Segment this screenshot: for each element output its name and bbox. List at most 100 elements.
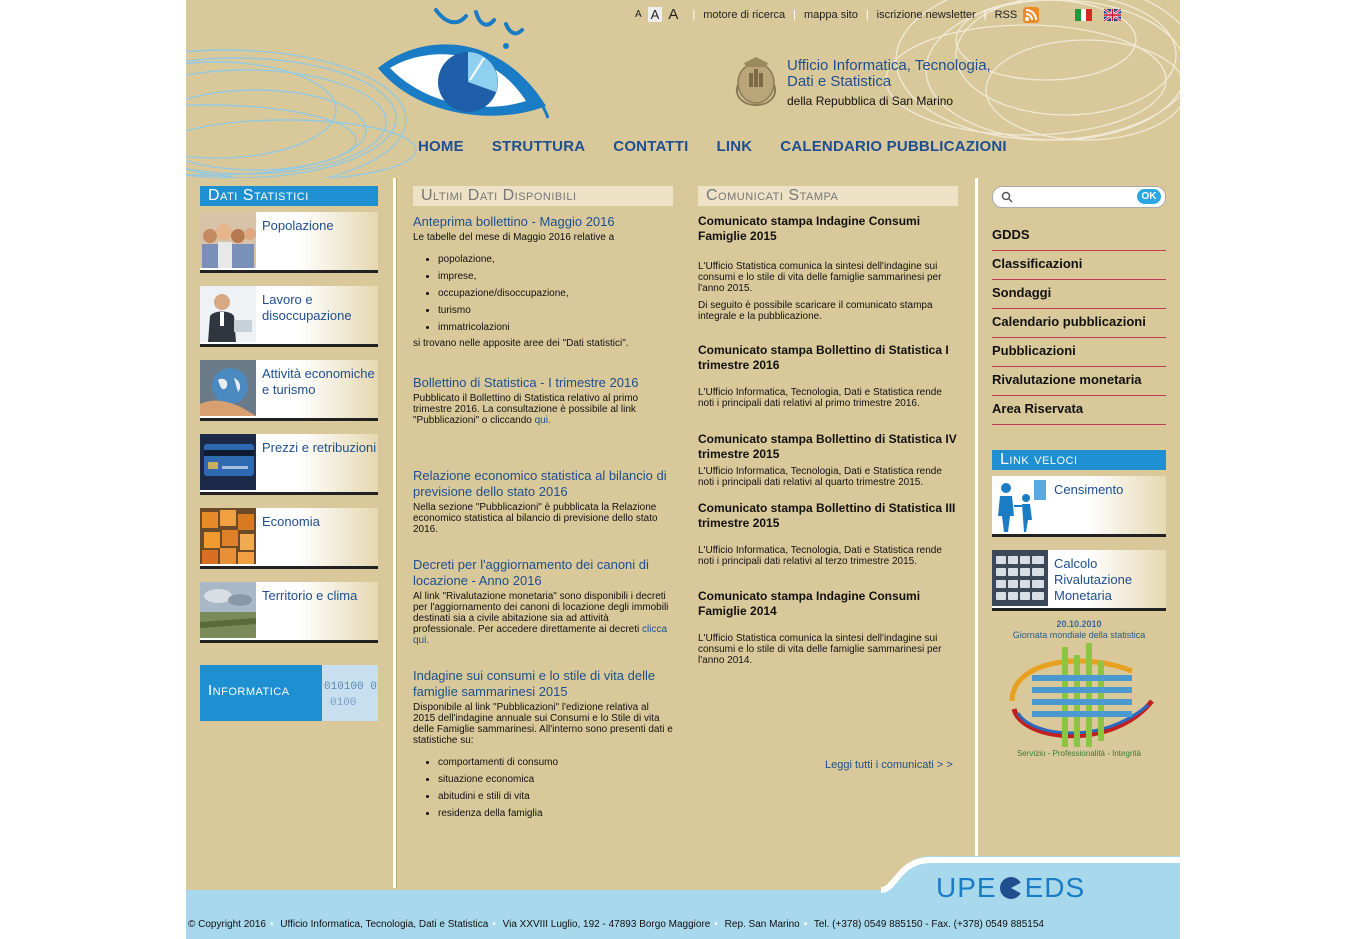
menu-area-riservata[interactable]: Area Riservata	[992, 396, 1166, 425]
press-title[interactable]: Comunicato stampa Bollettino di Statisti…	[698, 343, 958, 373]
rss-link[interactable]: RSS	[995, 9, 1018, 21]
world-statistics-day-logo-icon	[1009, 643, 1154, 747]
category-economia[interactable]: Economia	[200, 508, 378, 569]
calculator-icon	[992, 550, 1048, 606]
news-title[interactable]: Bollettino di Statistica - I trimestre 2…	[413, 375, 673, 391]
latest-data-column: Ultimi Dati Disponibili Anteprima bollet…	[413, 186, 673, 824]
font-size-large-button[interactable]: A	[668, 6, 678, 23]
binary-code-icon: 010100 01100 0100	[322, 665, 378, 721]
column-divider	[975, 178, 978, 858]
world-statistics-day-banner[interactable]: 20.10.2010 Giornata mondiale della stati…	[992, 619, 1166, 769]
news-title[interactable]: Indagine sui consumi e lo stile di vita …	[413, 668, 673, 700]
news-item: Bollettino di Statistica - I trimestre 2…	[413, 375, 673, 426]
news-text: Le tabelle del mese di Maggio 2016 relat…	[413, 232, 615, 243]
font-size-small-button[interactable]: A	[635, 9, 642, 20]
news-item: Relazione economico statistica al bilanc…	[413, 468, 673, 535]
italian-flag-icon[interactable]	[1075, 8, 1093, 21]
news-text-body: Al link "Rivalutazione monetaria" sono d…	[413, 591, 669, 635]
list-item: popolazione,	[438, 251, 673, 268]
quick-link-censimento[interactable]: Censimento	[992, 476, 1166, 537]
category-label: Lavoro e disoccupazione	[262, 292, 352, 323]
nav-calendario-pubblicazioni[interactable]: CALENDARIO PUBBLICAZIONI	[780, 138, 1006, 155]
category-attivita[interactable]: Attività economiche e turismo	[200, 360, 378, 421]
menu-gdds[interactable]: GDDS	[992, 222, 1166, 251]
news-title[interactable]: Relazione economico statistica al bilanc…	[413, 468, 673, 500]
list-item: turismo	[438, 302, 673, 319]
eye-logo-icon[interactable]	[376, 6, 556, 124]
upeceds-logo-part-a: UPE	[936, 872, 997, 903]
copyright-text: © Copyright 2016	[188, 919, 266, 930]
wsd-title: Giornata mondiale della statistica	[1012, 630, 1146, 640]
category-lavoro[interactable]: Lavoro e disoccupazione	[200, 286, 378, 347]
uk-flag-icon[interactable]	[1104, 8, 1122, 21]
news-text: Nella sezione "Pubblicazioni" è pubblica…	[413, 502, 658, 535]
copyright-phone: Tel. (+378) 0549 885150 - Fax. (+378) 05…	[813, 919, 1044, 930]
list-item: occupazione/disoccupazione,	[438, 285, 673, 302]
news-text-body: Pubblicato il Bollettino di Statistica r…	[413, 393, 639, 426]
search-engine-link[interactable]: motore di ricerca	[703, 9, 785, 21]
search-icon	[1001, 191, 1013, 203]
landscape-photo-icon	[200, 582, 256, 638]
press-item: Comunicato stampa Indagine Consumi Famig…	[698, 589, 958, 666]
footer: UPE EDS © Copyright 2016 • Ufficio Informa…	[186, 856, 1180, 939]
nav-link[interactable]: LINK	[716, 138, 752, 155]
rss-icon[interactable]	[1023, 6, 1040, 23]
qui-link[interactable]: qui.	[535, 415, 551, 426]
search-input[interactable]	[1017, 189, 1131, 205]
news-title[interactable]: Decreti per l'aggiornamento dei canoni d…	[413, 557, 673, 589]
menu-classificazioni[interactable]: Classificazioni	[992, 251, 1166, 280]
search-ok-button[interactable]: OK	[1137, 189, 1161, 204]
list-item: situazione economica	[438, 771, 673, 788]
menu-pubblicazioni[interactable]: Pubblicazioni	[992, 338, 1166, 367]
list-item: immatricolazioni	[438, 319, 673, 336]
list-item: imprese,	[438, 268, 673, 285]
press-title[interactable]: Comunicato stampa Indagine Consumi Famig…	[698, 589, 958, 619]
category-label: Economia	[262, 514, 320, 529]
left-column: Dati Statistici Popolazione Lavoro e dis…	[200, 186, 378, 721]
press-title[interactable]: Comunicato stampa Bollettino di Statisti…	[698, 501, 958, 531]
businessman-photo-icon	[200, 286, 256, 342]
news-text: si trovano nelle apposite aree dei "Dati…	[413, 338, 629, 349]
press-text: L'Ufficio Informatica, Tecnologia, Dati …	[698, 545, 942, 567]
menu-calendario[interactable]: Calendario pubblicazioni	[992, 309, 1166, 338]
nav-contatti[interactable]: CONTATTI	[613, 138, 688, 155]
newsletter-link[interactable]: iscrizione newsletter	[877, 9, 976, 21]
news-title[interactable]: Anteprima bollettino - Maggio 2016	[413, 214, 673, 230]
informatica-banner[interactable]: Informatica 010100 01100 0100	[200, 665, 378, 721]
upeceds-eye-icon	[999, 877, 1022, 899]
news-item: Indagine sui consumi e lo stile di vita …	[413, 668, 673, 822]
category-prezzi[interactable]: Prezzi e retribuzioni	[200, 434, 378, 495]
press-text: Di seguito è possibile scaricare il comu…	[698, 300, 933, 322]
press-title[interactable]: Comunicato stampa Indagine Consumi Famig…	[698, 214, 958, 244]
press-text: L'Ufficio Informatica, Tecnologia, Dati …	[698, 466, 942, 488]
news-item: Decreti per l'aggiornamento dei canoni d…	[413, 557, 673, 646]
san-marino-crest-icon	[736, 57, 776, 107]
informatica-label: Informatica	[208, 682, 290, 699]
menu-sondaggi[interactable]: Sondaggi	[992, 280, 1166, 309]
separator: |	[983, 8, 987, 21]
press-text: L'Ufficio Informatica, Tecnologia, Dati …	[698, 387, 942, 409]
census-family-icon	[992, 476, 1048, 532]
press-item: Comunicato stampa Bollettino di Statisti…	[698, 432, 958, 488]
menu-rivalutazione[interactable]: Rivalutazione monetaria	[992, 367, 1166, 396]
nav-struttura[interactable]: STRUTTURA	[492, 138, 585, 155]
press-title[interactable]: Comunicato stampa Bollettino di Statisti…	[698, 432, 958, 462]
font-size-medium-button[interactable]: A	[647, 7, 663, 22]
sitemap-link[interactable]: mappa sito	[804, 9, 858, 21]
press-item: Comunicato stampa Bollettino di Statisti…	[698, 343, 958, 409]
read-all-press-link[interactable]: Leggi tutti i comunicati > >	[825, 759, 953, 771]
news-text: Disponibile al link "Pubblicazioni" l'ed…	[413, 702, 673, 746]
quick-link-label: Censimento	[1054, 482, 1124, 497]
dati-statistici-title: Dati Statistici	[200, 186, 378, 206]
percent-dice-photo-icon	[200, 508, 256, 564]
press-item: Comunicato stampa Indagine Consumi Famig…	[698, 214, 958, 322]
top-links: A A A | motore di ricerca | mappa sito |…	[635, 6, 1122, 23]
category-popolazione[interactable]: Popolazione	[200, 212, 378, 273]
search-box: OK	[992, 186, 1166, 208]
quick-link-rivalutazione[interactable]: Calcolo Rivalutazione Monetaria	[992, 550, 1166, 611]
svg-text:0100: 0100	[330, 697, 356, 709]
nav-home[interactable]: HOME	[418, 138, 464, 155]
category-territorio[interactable]: Territorio e clima	[200, 582, 378, 643]
org-title-line2: Dati e Statistica	[787, 73, 892, 90]
press-text: L'Ufficio Statistica comunica la sintesi…	[698, 261, 942, 294]
